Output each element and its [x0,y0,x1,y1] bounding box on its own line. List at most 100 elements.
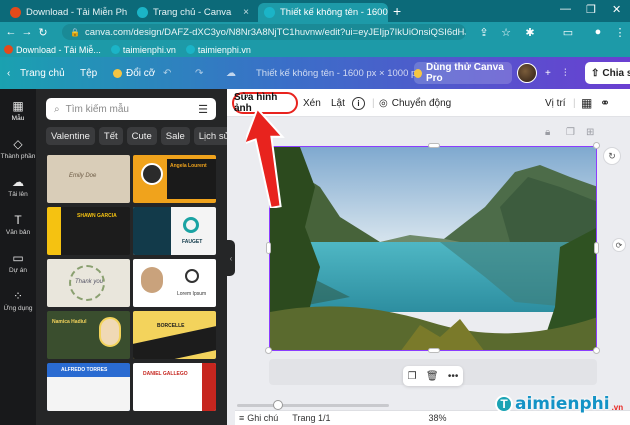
lake-mountain-photo[interactable] [269,146,597,351]
filter-icon[interactable]: ☰ [198,103,208,116]
address-bar-row: ← → ↻ 🔒 canva.com/design/DAFZ-dXC3yo/N8N… [0,22,630,42]
forward-icon[interactable]: → [19,26,35,38]
resize-handle[interactable] [593,142,600,149]
window-close-icon[interactable]: ✕ [612,3,621,16]
collapse-panel-handle[interactable]: ‹ [227,240,235,276]
info-button[interactable]: i [352,89,365,117]
delete-icon[interactable]: 🗑︎ [426,371,439,382]
tab-title: Download - Tải Miễn Phí VN - P [26,7,128,18]
share-button[interactable]: ⇧ Chia s [585,62,630,84]
page-indicator[interactable]: Trang 1/1 [292,413,330,423]
favicon-icon [137,7,148,18]
rail-item-templates[interactable]: ▦ Mẫu [0,99,36,122]
chip-history[interactable]: Lịch sử [193,127,227,145]
redo-icon[interactable]: ↷ [195,57,203,89]
rail-item-uploads[interactable]: ☁ Tải lên [0,175,36,198]
crop-button[interactable]: Xén [303,89,321,117]
favicon-icon [110,45,120,54]
reload-icon[interactable]: ↻ [35,26,51,39]
rail-item-text[interactable]: T Văn bản [0,213,36,236]
tab-design-active[interactable]: Thiết kế không tên - 1600 × 100 × [258,3,388,22]
rail-item-projects[interactable]: ▭ Dự án [0,251,36,274]
minimize-icon[interactable]: — [560,3,571,15]
resize-handle[interactable] [266,242,271,254]
template-card[interactable]: SHAWN GARCIA [47,207,130,255]
template-search-input[interactable]: ⌕ Tìm kiếm mẫu ☰ [46,98,216,120]
zoom-slider[interactable] [237,400,389,410]
duplicate-page-icon[interactable]: ❐ [566,127,575,138]
template-card[interactable]: Lorem Ipsum [133,259,216,307]
resize-handle[interactable] [428,143,440,148]
tab-download[interactable]: Download - Tải Miễn Phí VN - P × [4,3,128,22]
chip-sale[interactable]: Sale [160,127,190,145]
notes-button[interactable]: Ghi chú [247,413,278,423]
animate-button[interactable]: ◎ Chuyển động [379,89,451,117]
template-card[interactable]: Thank you [47,259,130,307]
flip-button[interactable]: Lật [331,89,345,117]
analytics-icon[interactable]: ⫶ [564,57,567,89]
share-page-icon[interactable]: ⇪ [476,26,492,39]
chip-valentine[interactable]: Valentine [46,127,95,145]
new-tab-button[interactable]: + [393,3,401,19]
resize-handle[interactable] [428,348,440,353]
template-card[interactable]: Namica Hadiul [47,311,130,359]
maximize-icon[interactable]: ❐ [586,3,596,16]
menu-kebab-icon[interactable]: ⋮ [612,26,628,39]
bookmark-star-icon[interactable]: ☆ [498,26,514,39]
url-field[interactable]: 🔒 canva.com/design/DAFZ-dXC3yo/N8Nr3A8Nj… [62,24,466,40]
zoom-slider-knob[interactable] [273,400,283,410]
sidebar-icon[interactable]: ▭ [560,26,576,39]
avatar[interactable] [517,63,537,83]
template-card[interactable]: ALFREDO TORRES [47,363,130,411]
position-button[interactable]: Vị trí [545,89,566,117]
design-title[interactable]: Thiết kế không tên - 1600 px × 1000 px [256,57,421,89]
zoom-level[interactable]: 38% [429,413,447,423]
link-icon[interactable]: ⚭ [600,89,610,117]
lock-icon[interactable]: 🔒︎ [545,127,550,138]
tab-canva-home[interactable]: Trang chủ - Canva × [131,3,255,22]
back-chevron-icon[interactable]: ‹ [7,57,10,89]
template-card[interactable]: BORCELLE [133,311,216,359]
bookmark-item[interactable]: taimienphi.vn [110,45,176,55]
profile-icon[interactable]: ● [590,26,606,38]
toolbar-divider: | [573,97,576,109]
template-card[interactable]: Angela Lourent [133,155,216,203]
transparency-icon[interactable]: ▦ [581,89,592,117]
resize-handle[interactable] [593,347,600,354]
template-card[interactable]: FAUGET [133,207,216,255]
add-page-icon[interactable]: ⊞ [586,127,594,138]
templates-panel: ⌕ Tìm kiếm mẫu ☰ Valentine Tết Cute Sale… [36,89,227,425]
chip-cute[interactable]: Cute [126,127,157,145]
file-menu[interactable]: Tệp [80,57,97,89]
try-pro-button[interactable]: Dùng thử Canva Pro [414,62,512,84]
rotate-icon[interactable]: ⟳ [612,238,626,252]
crown-icon [113,68,122,78]
more-options-icon[interactable]: ••• [448,371,459,382]
template-card[interactable]: Emily Doe [47,155,130,203]
undo-icon[interactable]: ↶ [163,57,171,89]
rotate-refresh-icon[interactable]: ↻ [603,147,621,165]
bookmark-item[interactable]: Download - Tải Miễ... [4,45,101,55]
resize-handle[interactable] [265,347,272,354]
close-icon[interactable]: × [243,7,249,18]
animate-icon: ◎ [379,97,388,109]
bookmark-item[interactable]: taimienphi.vn [185,45,251,55]
left-rail: ▦ Mẫu ◇ Thành phần ☁ Tải lên T Văn bản ▭… [0,89,36,425]
crown-icon [414,68,422,78]
upload-icon: ☁ [12,175,24,189]
home-link[interactable]: Trang chủ [20,57,65,89]
template-card[interactable]: DANIEL GALLEGO [133,363,216,411]
tab-title: Trang chủ - Canva [153,7,232,18]
extensions-icon[interactable]: ✱ [522,26,538,39]
favicon-icon [185,45,195,54]
add-collaborator-icon[interactable]: + [545,57,551,89]
resize-button[interactable]: Đổi cỡ [113,57,155,89]
rail-item-apps[interactable]: ⁘ Ứng dụng [0,289,36,312]
back-icon[interactable]: ← [3,26,19,38]
notes-icon[interactable]: ≡ [239,413,244,423]
favicon-icon [10,7,21,18]
chip-tet[interactable]: Tết [98,127,123,145]
rail-item-elements[interactable]: ◇ Thành phần [0,137,36,160]
duplicate-icon[interactable]: ❐ [408,371,417,382]
resize-handle[interactable] [594,242,599,254]
